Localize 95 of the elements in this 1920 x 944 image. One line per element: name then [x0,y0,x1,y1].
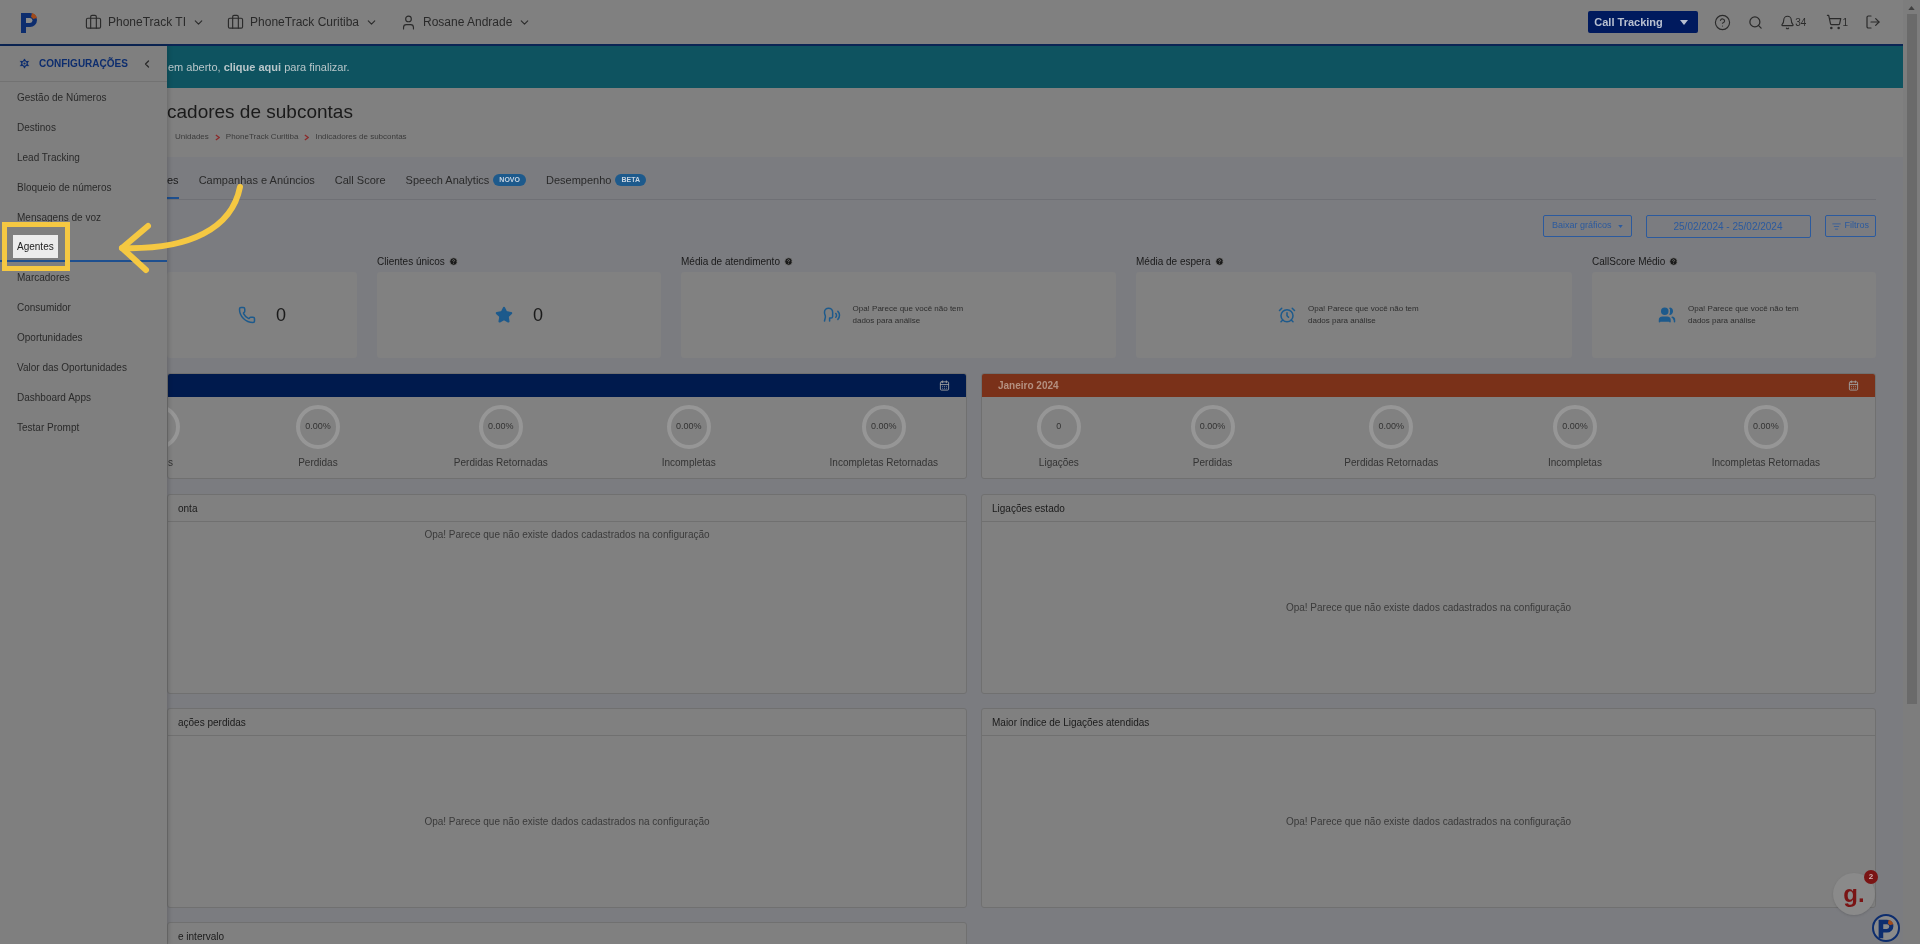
sidebar-item[interactable]: Mensagens de voz [0,202,167,232]
scroll-up-icon[interactable] [1908,6,1915,10]
search-icon[interactable] [1748,14,1764,30]
notification-badge: 2 [1864,870,1878,884]
gauge-ring: 0.00% [861,405,906,449]
sidebar-item[interactable]: Gestão de Números [0,82,167,112]
sidebar-item[interactable]: Marcadores [0,262,167,292]
gauge-ring: 0.00% [666,405,711,449]
breadcrumb-chevron-icon [214,133,220,141]
gauge-label: Incompletas Retornadas [1711,456,1821,470]
empty-message: Opa! Parece que não existe dados cadastrados na configuração [424,528,710,542]
tab[interactable]: es [167,163,179,199]
month-title: Janeiro 2024 [998,379,1059,393]
highlight-frame [2,222,70,271]
gauge-label: Incompletas Retornadas [829,456,938,470]
sidebar-item[interactable]: Oportunidades [0,322,167,352]
help-icon[interactable] [448,256,458,266]
nav-dropdown[interactable]: PhoneTrack Curitiba [227,13,378,31]
phone-icon [238,306,256,324]
nav-dropdown[interactable]: Rosane Andrade [400,13,532,31]
speaking-person-icon [822,306,841,324]
panel-title: onta [178,501,198,516]
stat-label: Média de atendimento [681,254,780,269]
stat-label: CallScore Médio [1592,254,1666,269]
gauge-label: Perdidas [298,456,338,470]
empty-message: Opa! Parece que não existe dados cadastrados na configuração [1285,601,1572,615]
cart-button[interactable]: 1 [1826,14,1848,30]
star-icon [495,306,513,324]
gauge-ring: 0.00% [1190,405,1235,449]
gauge-label: Incompletas [661,456,716,470]
gauge-ring: 0 [1036,405,1081,449]
help-widget-logo [1872,914,1900,942]
user-icon [400,13,417,31]
breadcrumb-link[interactable]: PhoneTrack Curitiba [225,131,299,143]
gauge-label: Perdidas Retornadas [1344,456,1439,470]
gear-icon [18,57,31,70]
sidebar-item[interactable]: Destinos [0,112,167,142]
empty-message: Opa! Parece que você não tem dados para análise [1688,303,1800,327]
people-icon [1658,306,1676,324]
caret-icon [1617,224,1623,228]
gauge-label: Perdidas [1192,456,1233,470]
panel-title: Ligações estado [992,501,1065,516]
panel-title: ações perdidas [178,715,246,730]
gauge-ring: 0.00% [1369,405,1414,449]
help-icon[interactable] [1214,256,1224,266]
tab[interactable]: Call Score [334,163,386,199]
empty-message: Opa! Parece que não existe dados cadastrados na configuração [424,815,710,829]
sidebar-item[interactable]: Bloqueio de números [0,172,167,202]
chat-widget[interactable]: g. 2 [1833,873,1875,915]
sidebar-item[interactable]: Agentes [0,232,167,262]
empty-message: Opa! Parece que você não tem dados para análise [852,303,965,327]
notifications-button[interactable]: 34 [1780,14,1807,30]
sidebar-item[interactable]: Dashboard Apps [0,382,167,412]
alarm-clock-icon [1278,306,1296,324]
help-icon[interactable] [783,256,793,266]
briefcase-icon [85,13,102,31]
product-select[interactable]: Call Tracking [1588,11,1699,33]
stat-label: Média de espera [1136,254,1211,269]
caret-icon [1680,19,1689,25]
sidebar-item[interactable]: Testar Prompt [0,412,167,442]
gauge-ring: 0.00% [295,405,340,449]
calendar-icon[interactable] [1848,380,1859,391]
bell-icon [1780,14,1796,30]
empty-message: Opa! Parece que você não tem dados para análise [1308,303,1420,327]
logout-icon[interactable] [1865,14,1881,30]
sidebar-item[interactable]: Valor das Oportunidades [0,352,167,382]
breadcrumb-link[interactable]: Indicadores de subcontas [315,131,407,143]
filter-icon [1831,221,1841,231]
tab[interactable]: Campanhas e Anúncios [198,163,315,199]
sidebar-item[interactable]: Lead Tracking [0,142,167,172]
gauge-ring: 0.00% [1743,405,1788,449]
breadcrumb-chevron-icon [304,133,310,141]
gauge-ring [168,405,180,449]
help-icon[interactable] [1714,13,1732,31]
sidebar-item[interactable]: Consumidor [0,292,167,322]
stat-label: Clientes únicos [377,254,445,269]
gauge-label: Perdidas Retornadas [453,456,548,470]
stat-value: 0 [276,303,286,327]
gauge-label: Incompletas [1548,456,1602,470]
help-icon[interactable] [1669,256,1679,266]
empty-message: Opa! Parece que não existe dados cadastrados na configuração [1285,815,1572,829]
briefcase-icon [227,13,245,31]
page-title: cadores de subcontas [167,102,354,121]
cart-icon [1826,14,1843,30]
gauge-label: s [168,456,173,470]
nav-dropdown[interactable]: PhoneTrack TI [85,13,206,31]
gauge-ring: 0.00% [478,405,523,449]
stat-value: 0 [533,303,543,327]
panel-title: Maior índice de Ligações atendidas [992,715,1150,730]
calendar-icon[interactable] [939,380,950,391]
gauge-label: Ligações [1038,456,1079,470]
gauge-ring: 0.00% [1552,405,1597,449]
sidebar-title: CONFIGURAÇÕES [39,56,128,71]
notice-banner: em aberto, clique aqui para finalizar. [167,46,1903,88]
panel-title: e intervalo [178,929,225,944]
